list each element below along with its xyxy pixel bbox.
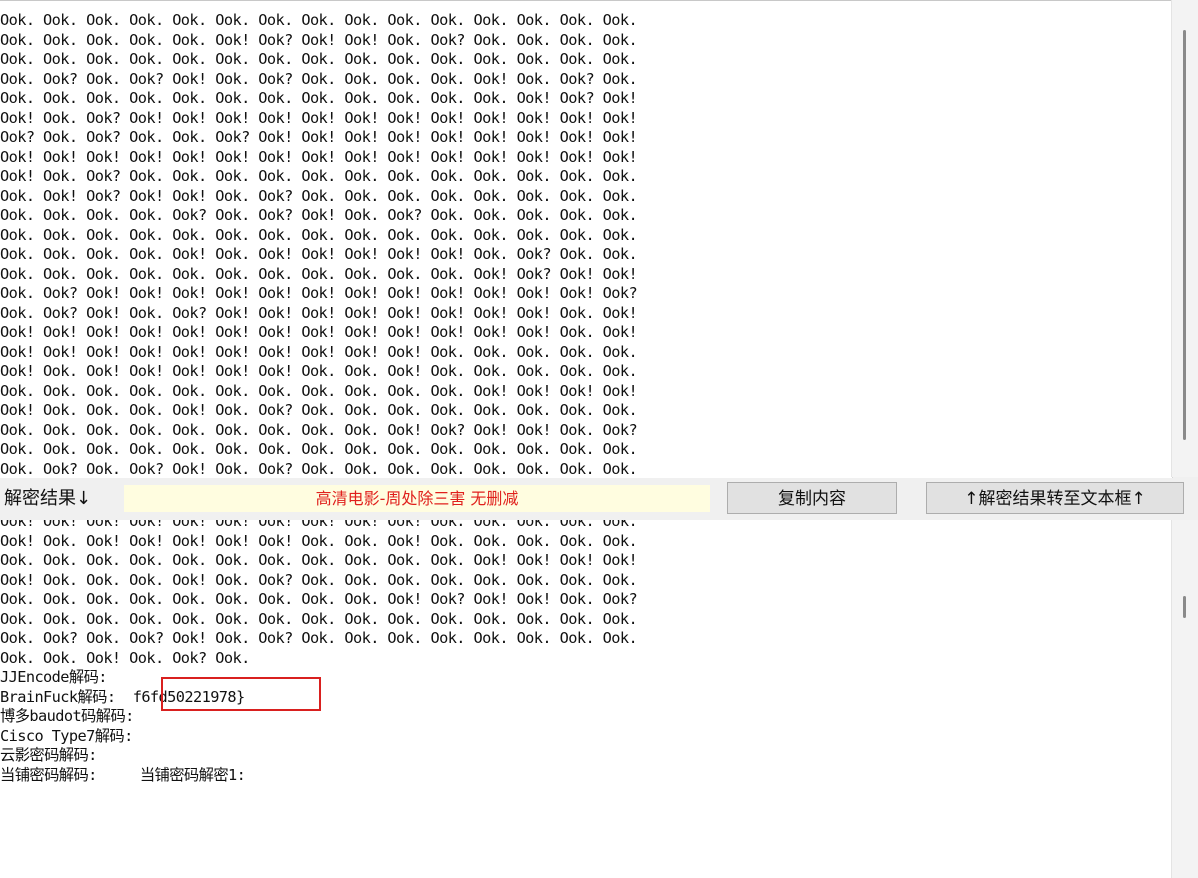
copy-content-button[interactable]: 复制内容	[727, 482, 897, 514]
input-text-line: Ook. Ook? Ook. Ook? Ook! Ook. Ook? Ook. …	[0, 69, 638, 88]
input-text-line: Ook! Ook. Ook. Ook. Ook! Ook. Ook? Ook. …	[0, 401, 638, 419]
result-text-line: Ook. Ook. Ook. Ook. Ook. Ook. Ook. Ook. …	[0, 551, 638, 569]
result-label: 解密结果↓	[4, 488, 92, 509]
highlight-box	[161, 677, 321, 711]
input-textarea[interactable]: Ook. Ook. Ook. Ook. Ook. Ook. Ook. Ook. …	[0, 0, 1173, 478]
ad-banner-link[interactable]: 高清电影-周处除三害 无删减	[124, 485, 710, 512]
result-scrollbar[interactable]	[1171, 520, 1198, 878]
input-scrollbar-thumb[interactable]	[1183, 30, 1186, 440]
result-text-lines: Ook! Ook! Ook! Ook! Ook! Ook! Ook! Ook! …	[0, 520, 638, 785]
result-text-line: Ook! Ook. Ook! Ook! Ook! Ook! Ook! Ook. …	[0, 531, 638, 550]
input-text-line: Ook. Ook. Ook. Ook. Ook. Ook! Ook? Ook! …	[0, 30, 638, 49]
input-text-line: Ook. Ook. Ook. Ook. Ook. Ook. Ook. Ook. …	[0, 440, 638, 458]
input-text-line: Ook! Ook! Ook! Ook! Ook! Ook! Ook! Ook! …	[0, 323, 638, 341]
input-text-line: Ook. Ook? Ook! Ook! Ook! Ook! Ook! Ook! …	[0, 284, 638, 302]
input-text-line: Ook. Ook. Ook. Ook. Ook. Ook. Ook. Ook. …	[0, 264, 638, 283]
result-text-line: Ook. Ook. Ook. Ook. Ook. Ook. Ook. Ook. …	[0, 609, 638, 628]
result-scrollbar-thumb[interactable]	[1183, 596, 1186, 618]
input-text-line: Ook. Ook? Ook! Ook. Ook? Ook! Ook! Ook! …	[0, 303, 638, 322]
input-text-line: Ook. Ook. Ook. Ook. Ook! Ook. Ook! Ook! …	[0, 245, 638, 263]
input-text-line: Ook! Ook. Ook? Ook! Ook! Ook! Ook! Ook! …	[0, 108, 638, 127]
input-text-line: Ook. Ook. Ook. Ook. Ook. Ook. Ook. Ook. …	[0, 11, 638, 29]
input-text-line: Ook. Ook. Ook. Ook. Ook. Ook. Ook. Ook. …	[0, 381, 638, 400]
input-text-lines: Ook. Ook. Ook. Ook. Ook. Ook. Ook. Ook. …	[0, 11, 638, 478]
input-text-line: Ook! Ook. Ook! Ook! Ook! Ook! Ook! Ook. …	[0, 362, 638, 380]
input-text-line: Ook. Ook. Ook. Ook. Ook? Ook. Ook? Ook! …	[0, 206, 638, 224]
result-text-line: Ook. Ook. Ook. Ook. Ook. Ook. Ook. Ook. …	[0, 590, 638, 608]
result-text-line: 当铺密码解码: 当铺密码解密1:	[0, 765, 246, 784]
input-text-line: Ook? Ook. Ook? Ook. Ook. Ook? Ook! Ook! …	[0, 128, 638, 146]
result-text-line: 云影密码解码:	[0, 746, 97, 764]
input-text-line: Ook. Ook. Ook. Ook. Ook. Ook. Ook. Ook. …	[0, 225, 638, 244]
transfer-result-button[interactable]: ↑解密结果转至文本框↑	[926, 482, 1184, 514]
input-text-line: Ook. Ook. Ook. Ook. Ook. Ook. Ook. Ook. …	[0, 420, 638, 439]
input-scrollbar[interactable]	[1171, 0, 1198, 477]
input-text-line: Ook. Ook. Ook. Ook. Ook. Ook. Ook. Ook. …	[0, 89, 638, 107]
input-text-line: Ook. Ook? Ook. Ook? Ook! Ook. Ook? Ook. …	[0, 459, 638, 478]
input-text-line: Ook! Ook! Ook! Ook! Ook! Ook! Ook! Ook! …	[0, 342, 638, 361]
input-text-line: Ook. Ook! Ook? Ook! Ook! Ook. Ook? Ook. …	[0, 186, 638, 205]
input-text-line: Ook! Ook! Ook! Ook! Ook! Ook! Ook! Ook! …	[0, 147, 638, 166]
result-text-line: Ook. Ook? Ook. Ook? Ook! Ook. Ook? Ook. …	[0, 629, 638, 647]
input-text-line: Ook! Ook. Ook? Ook. Ook. Ook. Ook. Ook. …	[0, 167, 638, 185]
result-text-line: Ook! Ook! Ook! Ook! Ook! Ook! Ook! Ook! …	[0, 520, 638, 530]
result-text-line: Ook! Ook. Ook. Ook. Ook! Ook. Ook? Ook. …	[0, 570, 638, 589]
result-text-line: Ook. Ook. Ook! Ook. Ook? Ook.	[0, 648, 250, 667]
input-text-line: Ook. Ook. Ook. Ook. Ook. Ook. Ook. Ook. …	[0, 50, 638, 68]
result-text-line: Cisco Type7解码:	[0, 726, 133, 745]
